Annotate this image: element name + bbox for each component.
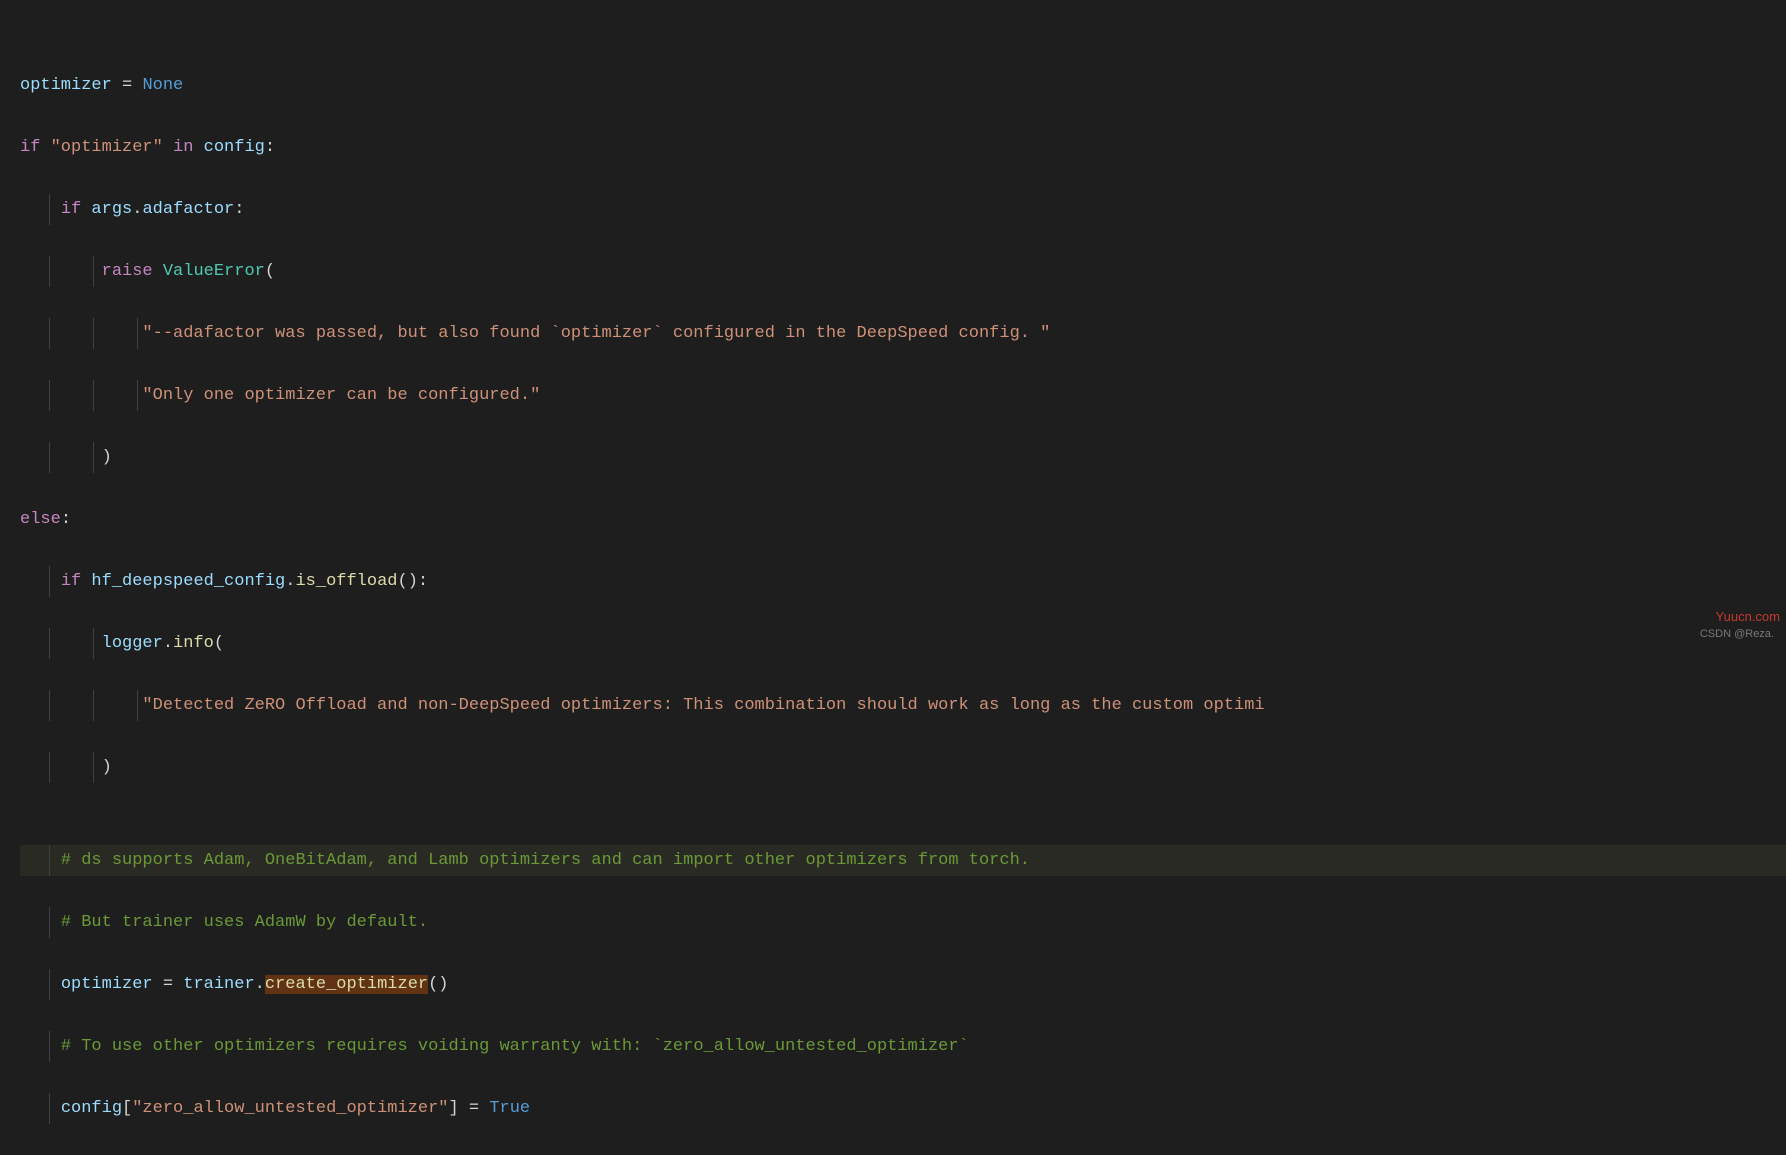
- code-line: raise ValueError(: [20, 256, 1786, 287]
- token-var: optimizer: [61, 975, 153, 994]
- code-line: optimizer = trainer.create_optimizer(): [20, 969, 1786, 1000]
- token-string: "Detected ZeRO Offload and non-DeepSpeed…: [142, 696, 1264, 715]
- token-keyword: else: [20, 510, 61, 529]
- token-punc: ): [102, 448, 112, 467]
- code-line: # ds supports Adam, OneBitAdam, and Lamb…: [20, 845, 1786, 876]
- token-punc: :: [265, 138, 275, 157]
- code-line: # But trainer uses AdamW by default.: [20, 907, 1786, 938]
- code-line: if "optimizer" in config:: [20, 132, 1786, 163]
- token-comment: # But trainer uses AdamW by default.: [61, 913, 428, 932]
- code-line: optimizer = None: [20, 70, 1786, 101]
- token-function-highlighted: create_optimizer: [265, 975, 428, 994]
- code-editor[interactable]: optimizer = None if "optimizer" in confi…: [0, 0, 1786, 1155]
- code-line: ): [20, 442, 1786, 473]
- code-line: config["zero_allow_untested_optimizer"] …: [20, 1093, 1786, 1124]
- token-keyword: raise: [102, 262, 153, 281]
- code-line: "Detected ZeRO Offload and non-DeepSpeed…: [20, 690, 1786, 721]
- token-keyword: if: [20, 138, 40, 157]
- code-line: # To use other optimizers requires voidi…: [20, 1031, 1786, 1062]
- code-line: if hf_deepspeed_config.is_offload():: [20, 566, 1786, 597]
- token-keyword: if: [61, 200, 81, 219]
- code-line: "--adafactor was passed, but also found …: [20, 318, 1786, 349]
- token-op: =: [112, 76, 143, 95]
- token-var: optimizer: [20, 76, 112, 95]
- token-string: "zero_allow_untested_optimizer": [132, 1099, 448, 1118]
- watermark-text: CSDN @Reza.: [1700, 619, 1774, 650]
- token-class: ValueError: [163, 262, 265, 281]
- token-comment: # ds supports Adam, OneBitAdam, and Lamb…: [61, 851, 1030, 870]
- token-punc: ): [102, 758, 112, 777]
- token-const: None: [142, 76, 183, 95]
- token-string: "Only one optimizer can be configured.": [142, 386, 540, 405]
- token-function: info: [173, 634, 214, 653]
- token-const: True: [489, 1099, 530, 1118]
- token-string: "optimizer": [51, 138, 163, 157]
- code-line: ): [20, 752, 1786, 783]
- token-var: args: [91, 200, 132, 219]
- token-var: hf_deepspeed_config: [91, 572, 285, 591]
- token-var: config: [61, 1099, 122, 1118]
- token-var: config: [204, 138, 265, 157]
- code-line: else:: [20, 504, 1786, 535]
- code-line: "Only one optimizer can be configured.": [20, 380, 1786, 411]
- token-keyword: in: [173, 138, 193, 157]
- token-var: trainer: [183, 975, 254, 994]
- token-string: "--adafactor was passed, but also found …: [142, 324, 1050, 343]
- token-comment: # To use other optimizers requires voidi…: [61, 1037, 969, 1056]
- code-line: if args.adafactor:: [20, 194, 1786, 225]
- token-keyword: if: [61, 572, 81, 591]
- token-var: logger: [102, 634, 163, 653]
- code-line: logger.info(: [20, 628, 1786, 659]
- token-attr: adafactor: [142, 200, 234, 219]
- token-function: is_offload: [295, 572, 397, 591]
